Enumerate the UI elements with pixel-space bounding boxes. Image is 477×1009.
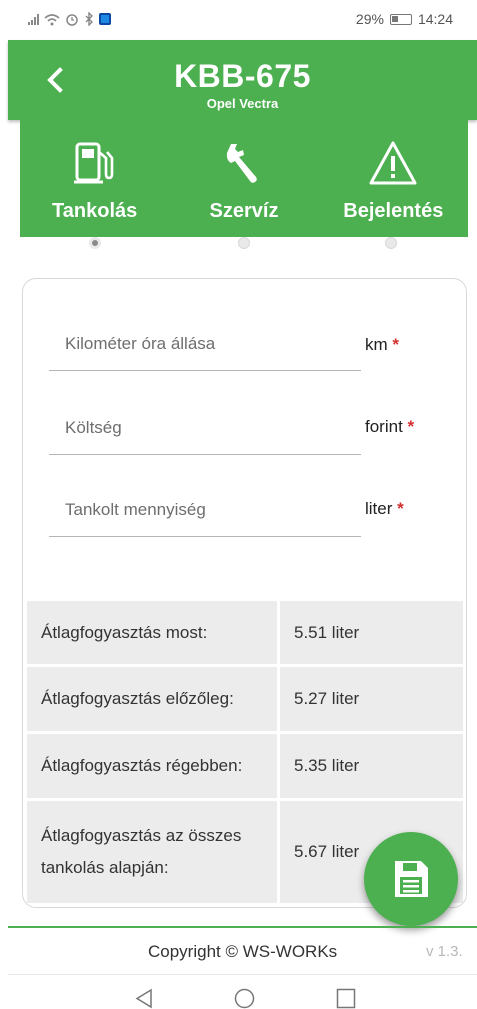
- odometer-input[interactable]: [49, 317, 361, 370]
- cost-field[interactable]: [49, 401, 361, 455]
- nav-recents-icon[interactable]: [336, 988, 356, 1009]
- nav-home-icon[interactable]: [234, 988, 255, 1009]
- stat-row: Átlagfogyasztás most: 5.51 liter: [27, 601, 463, 664]
- stat-value: 5.51 liter: [280, 601, 463, 664]
- tab-szerviz-label: Szervíz: [209, 200, 279, 222]
- version-label: v 1.3.: [426, 943, 463, 960]
- bluetooth-icon: [85, 12, 93, 26]
- save-button[interactable]: [364, 832, 458, 926]
- stat-label: Átlagfogyasztás előzőleg:: [27, 667, 277, 731]
- quantity-unit-label: liter: [365, 499, 393, 518]
- tab-bar: Tankolás Szervíz Bejelentés: [20, 120, 468, 237]
- footer-bottom-divider: [8, 974, 477, 975]
- wifi-icon: [44, 13, 60, 25]
- cost-input[interactable]: [49, 401, 361, 454]
- fuel-pump-icon: [73, 142, 113, 184]
- stat-value: 5.27 liter: [280, 667, 463, 731]
- nav-back-icon[interactable]: [134, 988, 154, 1009]
- copyright: Copyright © WS-WORKs: [148, 942, 338, 961]
- status-bar: 29% 14:24: [0, 0, 477, 38]
- page-dot-1[interactable]: [89, 237, 101, 249]
- warning-icon: [369, 141, 417, 185]
- car-model: Opel Vectra: [206, 96, 279, 111]
- page-indicator: [0, 237, 477, 251]
- app-header: KBB-675 Opel Vectra: [8, 40, 477, 120]
- tab-tankolas[interactable]: Tankolás: [20, 120, 169, 237]
- page-dot-2[interactable]: [238, 237, 250, 249]
- status-right: 29% 14:24: [356, 11, 453, 27]
- quantity-input[interactable]: [49, 483, 361, 536]
- tab-bejelentes[interactable]: Bejelentés: [319, 120, 468, 237]
- quantity-unit: liter *: [365, 499, 404, 519]
- refuel-form-card: km * forint * liter * Átlagfogyasztás mo…: [22, 278, 467, 908]
- tab-tankolas-label: Tankolás: [52, 200, 138, 222]
- battery-percent: 29%: [355, 11, 384, 27]
- license-plate: KBB-675: [174, 58, 311, 94]
- system-nav-bar: [0, 978, 477, 1009]
- clock: 14:24: [417, 11, 453, 27]
- stat-row: Átlagfogyasztás előzőleg: 5.27 liter: [27, 667, 463, 731]
- footer-divider: [8, 926, 477, 928]
- alarm-icon: [66, 14, 78, 26]
- signal-icon: [28, 13, 39, 25]
- stat-label: Átlagfogyasztás az összes tankolás alapj…: [27, 801, 277, 903]
- odometer-unit-label: km: [365, 335, 388, 354]
- tab-szerviz[interactable]: Szervíz: [169, 120, 318, 237]
- battery-icon: [389, 13, 412, 25]
- wrench-icon: [226, 144, 257, 183]
- odometer-field[interactable]: [49, 317, 361, 371]
- quantity-field[interactable]: [49, 483, 361, 537]
- page-dot-3[interactable]: [385, 237, 397, 249]
- app-notification-icon: [99, 13, 111, 25]
- status-icons: [28, 12, 111, 26]
- stat-label: Átlagfogyasztás régebben:: [27, 734, 277, 798]
- required-mark: *: [392, 335, 400, 354]
- cost-unit: forint *: [365, 417, 414, 437]
- cost-unit-label: forint: [365, 417, 403, 436]
- stat-value: 5.35 liter: [280, 734, 463, 798]
- tab-bejelentes-label: Bejelentés: [343, 200, 444, 222]
- floppy-save-icon: [395, 861, 428, 897]
- required-mark: *: [407, 417, 415, 436]
- stat-label: Átlagfogyasztás most:: [27, 601, 277, 664]
- required-mark: *: [397, 499, 404, 518]
- stat-row: Átlagfogyasztás régebben: 5.35 liter: [27, 734, 463, 798]
- odometer-unit: km *: [365, 335, 399, 355]
